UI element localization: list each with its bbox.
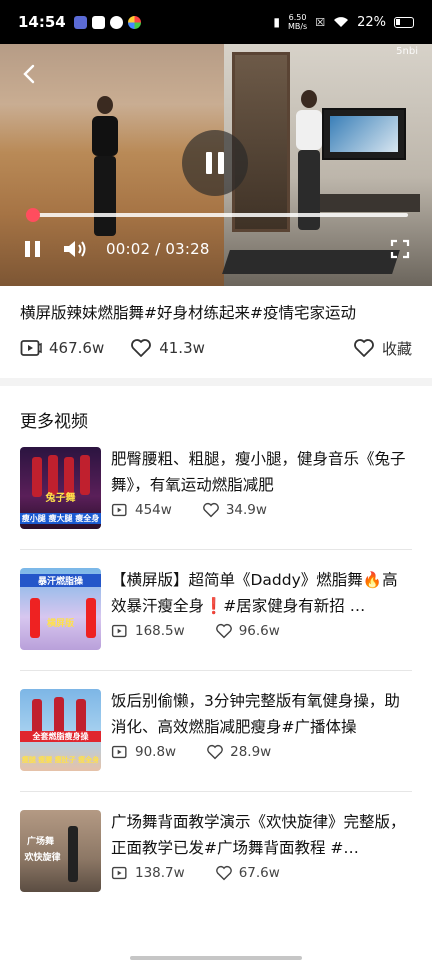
video-watermark: 5nbi	[396, 46, 418, 57]
play-count: 467.6w	[20, 339, 104, 357]
heart-icon	[207, 744, 223, 760]
list-item-title: 肥臀腰粗、粗腿，瘦小腿，健身音乐《兔子舞》，有氧运动燃脂减肥	[111, 450, 406, 494]
list-item[interactable]: 兔子舞 瘦小腿 瘦大腿 瘦全身 肥臀腰粗、粗腿，瘦小腿，健身音乐《兔子舞》，有氧…	[0, 440, 432, 561]
section-divider	[0, 378, 432, 386]
favorite-button[interactable]: 收藏	[353, 338, 412, 359]
play-count-value: 467.6w	[49, 339, 105, 357]
pause-icon-bar-left	[206, 152, 212, 174]
video-stats: 467.6w 41.3w 收藏	[20, 336, 412, 360]
battery-percent: 22%	[357, 14, 386, 30]
play-count-icon	[111, 866, 127, 880]
thumb-subtitle: 瘦小腿 瘦大腿 瘦全身	[20, 513, 101, 524]
thumb-title: 兔子舞	[45, 493, 76, 504]
list-item[interactable]: 全套燃脂瘦身操 瘦腿 瘦腰 瘦肚子 瘦全身 饭后别偷懒，3分钟完整版有氧健身操，…	[0, 682, 432, 803]
like-count-value: 41.3w	[159, 339, 205, 357]
thumb-title: 全套燃脂瘦身操	[20, 731, 101, 742]
status-right: ▮ 6.50 MB/s ☒ 22%	[273, 13, 414, 31]
more-videos-list: 兔子舞 瘦小腿 瘦大腿 瘦全身 肥臀腰粗、粗腿，瘦小腿，健身音乐《兔子舞》，有氧…	[0, 440, 432, 924]
list-item-title: 广场舞背面教学演示《欢快旋律》完整版，正面教学已发#广场舞背面教程 #…	[111, 813, 406, 857]
net-speed-unit: MB/s	[287, 22, 308, 31]
video-thumbnail[interactable]: 广场舞 欢快旋律	[20, 810, 101, 892]
thumb-title: 暴汗燃脂操	[20, 574, 101, 587]
pause-icon	[24, 241, 30, 257]
play-count-icon	[111, 503, 127, 517]
list-item-plays: 90.8w	[135, 744, 177, 760]
player-controls: 00:02 / 03:28	[0, 234, 432, 264]
thumb-subtitle: 瘦腿 瘦腰 瘦肚子 瘦全身	[21, 756, 100, 764]
list-separator	[20, 549, 412, 550]
play-app-icon	[73, 15, 87, 29]
list-item-meta: 138.7w 67.6w	[111, 865, 310, 881]
wifi-icon	[334, 17, 349, 27]
pause-icon-bar-right	[218, 152, 224, 174]
volume-icon[interactable]	[62, 238, 88, 260]
video-scene-tv	[322, 108, 406, 160]
sim-off-icon: ☒	[315, 15, 326, 29]
list-item-likes: 96.6w	[238, 623, 280, 639]
video-dancer-left	[88, 96, 122, 246]
battery-icon	[394, 16, 414, 28]
video-thumbnail[interactable]: 兔子舞 瘦小腿 瘦大腿 瘦全身	[20, 447, 101, 529]
list-item-likes: 34.9w	[225, 502, 267, 518]
home-indicator[interactable]	[130, 956, 302, 960]
heart-icon	[215, 865, 232, 881]
thumb-subtitle: 欢快旋律	[24, 853, 61, 863]
play-count-icon	[111, 624, 127, 638]
pinwheel-app-icon	[127, 15, 141, 29]
video-thumbnail[interactable]: 全套燃脂瘦身操 瘦腿 瘦腰 瘦肚子 瘦全身	[20, 689, 101, 771]
play-count-icon	[111, 745, 127, 759]
list-separator	[20, 670, 412, 671]
list-item-likes: 28.9w	[230, 744, 272, 760]
list-item-likes: 67.6w	[238, 865, 280, 881]
list-item[interactable]: 广场舞 欢快旋律 广场舞背面教学演示《欢快旋律》完整版，正面教学已发#广场舞背面…	[0, 803, 432, 924]
video-dancer-right	[292, 90, 326, 240]
timecode: 00:02 / 03:28	[106, 240, 210, 258]
center-pause-button[interactable]	[182, 130, 248, 196]
list-item-title: 饭后别偷懒，3分钟完整版有氧健身操，助消化、高效燃脂减肥瘦身#广播体操	[111, 692, 400, 736]
thumb-title: 广场舞	[26, 837, 54, 847]
list-item-meta: 168.5w 96.6w	[111, 623, 310, 639]
heart-outline-icon	[354, 339, 374, 357]
chevron-left-icon	[23, 64, 35, 84]
heart-icon	[131, 339, 152, 357]
video-player[interactable]: 5nbi 00:02 / 03:28	[0, 44, 432, 286]
progress-knob[interactable]	[25, 208, 40, 222]
net-speed-value: 6.50	[288, 13, 307, 22]
status-app-icons	[73, 15, 141, 29]
heart-icon	[215, 623, 232, 639]
pause-button[interactable]	[22, 239, 42, 259]
back-button[interactable]	[18, 62, 42, 86]
list-separator	[20, 791, 412, 792]
list-item-title: 【横屏版】超简单《Daddy》燃脂舞🔥高效暴汗瘦全身❗#居家健身有新招 …	[111, 571, 398, 615]
play-count-icon	[20, 340, 42, 356]
thumb-subtitle: 横屏版	[46, 619, 74, 629]
list-item-plays: 168.5w	[135, 623, 185, 639]
favorite-label: 收藏	[381, 339, 412, 358]
list-item[interactable]: 暴汗燃脂操 横屏版 【横屏版】超简单《Daddy》燃脂舞🔥高效暴汗瘦全身❗#居家…	[0, 561, 432, 682]
fullscreen-icon[interactable]	[390, 239, 410, 259]
list-item-plays: 138.7w	[135, 865, 185, 881]
net-speed: 6.50 MB/s	[288, 13, 307, 31]
more-videos-title: 更多视频	[20, 412, 88, 432]
video-thumbnail[interactable]: 暴汗燃脂操 横屏版	[20, 568, 101, 650]
vibrate-icon: ▮	[273, 15, 280, 29]
list-item-plays: 454w	[135, 502, 172, 518]
list-item-meta: 454w 34.9w	[111, 502, 297, 518]
status-bar: 14:54 ▮ 6.50 MB/s ☒ 22%	[0, 0, 432, 44]
video-title: 横屏版辣妹燃脂舞#好身材练起来#疫情宅家运动	[20, 304, 356, 322]
list-item-meta: 90.8w 28.9w	[111, 744, 301, 760]
like-button[interactable]: 41.3w	[130, 338, 205, 358]
crown-app-icon	[91, 15, 105, 29]
sync-app-icon	[109, 15, 123, 29]
heart-icon	[202, 502, 219, 518]
progress-bar[interactable]	[25, 208, 408, 222]
status-time: 14:54	[18, 13, 66, 31]
